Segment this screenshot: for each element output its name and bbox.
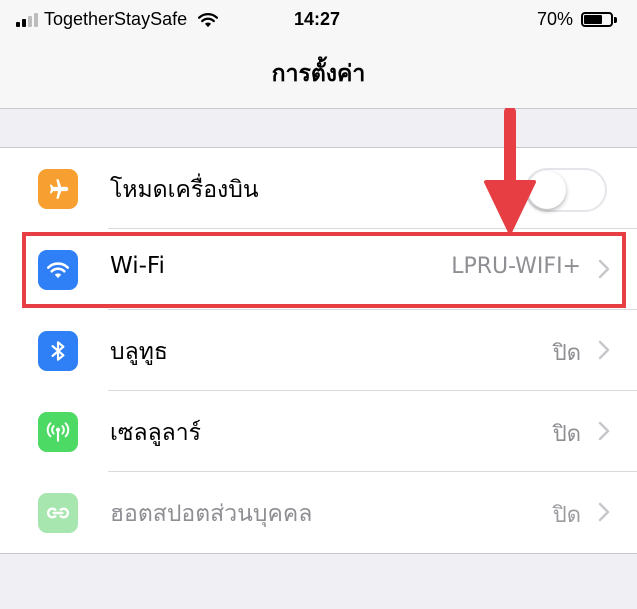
bluetooth-status-value: ปิด <box>552 341 581 366</box>
signal-strength-icon <box>16 12 38 27</box>
wifi-status-icon <box>198 12 219 27</box>
red-arrow-annotation <box>484 108 536 234</box>
bluetooth-label: บลูทูธ <box>110 339 168 365</box>
status-left: TogetherStaySafe <box>16 9 219 30</box>
carrier-name: TogetherStaySafe <box>44 9 188 29</box>
battery-cap <box>614 16 617 23</box>
status-bar: TogetherStaySafe 14:27 70% <box>0 0 637 38</box>
clock: 14:27 <box>294 9 341 29</box>
page-title: การตั้งค่า <box>271 61 366 87</box>
hotspot-icon <box>38 493 78 533</box>
battery-percent: 70% <box>536 9 573 29</box>
airplane-mode-label: โหมดเครื่องบิน <box>110 177 259 203</box>
cellular-label: เซลลูลาร์ <box>110 420 202 446</box>
battery-indicator: 70% <box>537 9 617 30</box>
chevron-right-icon <box>598 421 610 441</box>
cellular-row[interactable]: เซลลูลาร์ ปิด <box>0 391 637 472</box>
airplane-icon <box>38 169 78 209</box>
chevron-right-icon <box>598 340 610 360</box>
cellular-status-value: ปิด <box>552 422 581 447</box>
navigation-bar: การตั้งค่า <box>0 38 637 109</box>
chevron-right-icon <box>598 502 610 522</box>
battery-fill <box>584 15 603 24</box>
wifi-highlight-box <box>22 232 626 308</box>
settings-group: โหมดเครื่องบิน Wi-Fi LPRU-WIFI+ บลูทูธ ป… <box>0 147 637 554</box>
bluetooth-row[interactable]: บลูทูธ ปิด <box>0 310 637 391</box>
personal-hotspot-label: ฮอตสปอตส่วนบุคคล <box>110 501 313 527</box>
personal-hotspot-row[interactable]: ฮอตสปอตส่วนบุคคล ปิด <box>0 472 637 553</box>
bluetooth-icon <box>38 331 78 371</box>
airplane-mode-row: โหมดเครื่องบิน <box>0 148 637 229</box>
battery-icon <box>581 12 613 27</box>
cellular-icon <box>38 412 78 452</box>
personal-hotspot-status-value: ปิด <box>552 503 581 528</box>
